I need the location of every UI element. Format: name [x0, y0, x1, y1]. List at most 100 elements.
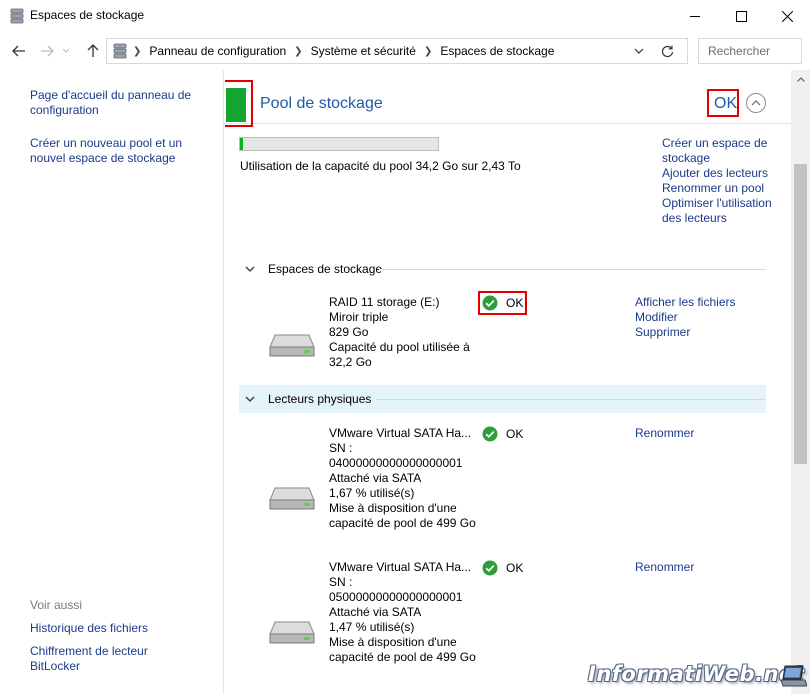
rename-pool-link[interactable]: Renommer un pool [662, 181, 782, 196]
maximize-icon [735, 10, 747, 22]
pool-header: Pool de stockage OK [225, 80, 791, 127]
rename-drive-link[interactable]: Renommer [635, 560, 694, 575]
up-button[interactable] [84, 42, 102, 60]
drive-connection: Attaché via SATA [329, 605, 422, 619]
watermark: InformatiWeb.net [588, 662, 805, 686]
drive-status-text: OK [506, 427, 524, 441]
storage-space-details: RAID 11 storage (E:) Miroir triple 829 G… [329, 295, 479, 370]
minimize-icon [689, 15, 700, 17]
sidebar-link-bitlocker[interactable]: Chiffrement de lecteur BitLocker [30, 644, 160, 674]
modify-link[interactable]: Modifier [635, 310, 735, 325]
chevron-down-icon [634, 48, 644, 54]
address-bar[interactable]: ❯ Panneau de configuration ❯ Système et … [106, 38, 688, 64]
chevron-right-icon[interactable]: ❯ [294, 46, 302, 57]
see-also-heading: Voir aussi [30, 598, 83, 612]
drive-status: OK [482, 426, 523, 442]
sidebar-link-file-history[interactable]: Historique des fichiers [30, 621, 210, 636]
storage-space-status-text: OK [506, 296, 524, 310]
forward-arrow-icon [41, 45, 54, 57]
chevron-down-icon [62, 48, 70, 53]
storage-space-pool-usage: Capacité du pool utilisée à 32,2 Go [329, 340, 470, 369]
drive-usage: 1,47 % utilisé(s) [329, 620, 415, 634]
delete-link[interactable]: Supprimer [635, 325, 735, 340]
address-dropdown-button[interactable] [631, 43, 647, 59]
view-files-link[interactable]: Afficher les fichiers [635, 295, 735, 310]
collapse-pool-button[interactable] [746, 93, 766, 113]
breadcrumb-storage-spaces[interactable]: Espaces de stockage [440, 44, 554, 58]
pool-status-highlight: OK [707, 89, 739, 117]
chevron-down-icon [244, 393, 256, 405]
drive-icon [269, 621, 315, 644]
optimize-drives-link[interactable]: Optimiser l'utilisation des lecteurs [662, 196, 782, 226]
chevron-up-icon [796, 76, 805, 82]
drive-capacity: Mise à disposition d'une capacité de poo… [329, 635, 476, 664]
section-divider [379, 269, 766, 270]
chevron-up-icon [751, 100, 761, 106]
storage-spaces-section-header[interactable]: Espaces de stockage [239, 255, 766, 283]
physical-drives-section-header[interactable]: Lecteurs physiques [239, 385, 766, 413]
pool-capacity-fill [240, 138, 243, 150]
ok-check-icon [482, 560, 498, 576]
chevron-right-icon: ❯ [133, 45, 142, 57]
up-arrow-icon [87, 44, 99, 57]
back-button[interactable] [10, 42, 28, 60]
pool-title: Pool de stockage [260, 95, 383, 112]
close-icon [781, 10, 793, 22]
storage-space-name: RAID 11 storage (E:) [329, 295, 440, 309]
drive-serial-label: SN : [329, 441, 353, 455]
chevron-down-icon [244, 263, 256, 275]
drive-connection: Attaché via SATA [329, 471, 422, 485]
drive-name: VMware Virtual SATA Ha... [329, 426, 472, 440]
storage-spaces-section-label: Espaces de stockage [268, 262, 383, 276]
search-input[interactable]: Rechercher [698, 38, 802, 64]
drive-serial: 05000000000000000001 [329, 590, 463, 604]
navigation-bar: ❯ Panneau de configuration ❯ Système et … [0, 32, 810, 70]
storage-space-status: OK [482, 295, 523, 311]
drive-serial-label: SN : [329, 575, 353, 589]
drive-icon [269, 487, 315, 510]
pool-icon-highlight [225, 80, 253, 127]
physical-drive-details: VMware Virtual SATA Ha... SN : 040000000… [329, 426, 479, 531]
physical-drives-section-label: Lecteurs physiques [268, 392, 372, 406]
drive-actions: Renommer [635, 426, 694, 441]
scroll-thumb[interactable] [794, 164, 807, 464]
sidebar-link-control-panel-home[interactable]: Page d'accueil du panneau de configurati… [30, 88, 210, 118]
drive-icon [269, 334, 315, 357]
rename-drive-link[interactable]: Renommer [635, 426, 694, 441]
breadcrumb-system-security[interactable]: Système et sécurité [311, 44, 416, 58]
scroll-up-button[interactable] [791, 70, 810, 88]
storage-space-resiliency: Miroir triple [329, 310, 389, 324]
forward-button[interactable] [38, 42, 56, 60]
create-space-link[interactable]: Créer un espace de stockage [662, 136, 782, 166]
drive-status-text: OK [506, 561, 524, 575]
drive-capacity: Mise à disposition d'une capacité de poo… [329, 501, 476, 530]
minimize-button[interactable] [672, 0, 718, 32]
physical-drive-details: VMware Virtual SATA Ha... SN : 050000000… [329, 560, 479, 665]
section-divider [376, 399, 766, 400]
storage-space-size: 829 Go [329, 325, 369, 339]
add-drives-link[interactable]: Ajouter des lecteurs [662, 166, 782, 181]
ok-check-icon [482, 426, 498, 442]
window-title: Espaces de stockage [30, 8, 145, 22]
ok-check-icon [482, 295, 498, 311]
refresh-icon [661, 45, 674, 57]
vertical-scrollbar[interactable] [791, 70, 810, 694]
sidebar: Page d'accueil du panneau de configurati… [0, 70, 224, 694]
breadcrumb-control-panel[interactable]: Panneau de configuration [149, 44, 286, 58]
main-content: Pool de stockage OK Utilisation de la ca… [225, 70, 791, 694]
maximize-button[interactable] [718, 0, 764, 32]
laptop-icon [781, 665, 807, 687]
storage-pool-icon [226, 88, 246, 122]
chevron-right-icon[interactable]: ❯ [424, 46, 432, 57]
drive-status: OK [482, 560, 523, 576]
recent-locations-button[interactable] [60, 42, 72, 60]
close-button[interactable] [764, 0, 810, 32]
storage-spaces-icon [113, 43, 127, 59]
pool-actions: Créer un espace de stockage Ajouter des … [662, 136, 782, 226]
breadcrumb: ❯ Panneau de configuration ❯ Système et … [133, 44, 554, 58]
back-arrow-icon [12, 45, 25, 57]
refresh-button[interactable] [648, 38, 688, 64]
pool-capacity-bar [239, 137, 439, 151]
sidebar-link-create-pool[interactable]: Créer un nouveau pool et un nouvel espac… [30, 136, 210, 166]
pool-status: OK [714, 95, 738, 112]
